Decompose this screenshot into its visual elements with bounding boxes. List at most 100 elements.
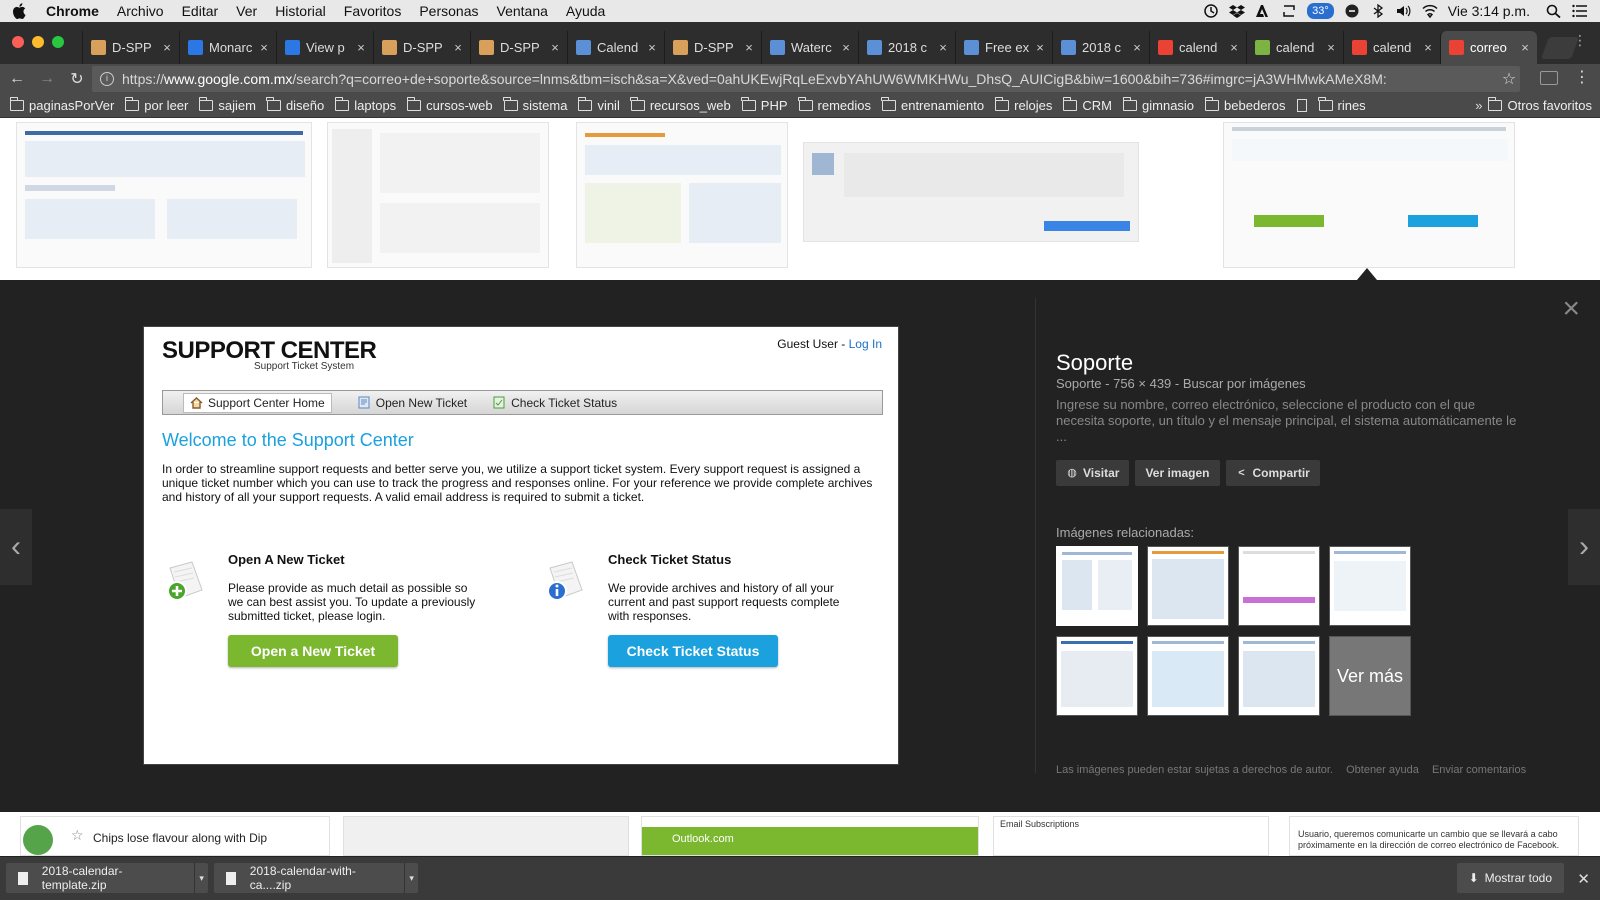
dropbox-icon[interactable] <box>1229 4 1246 18</box>
menu-personas[interactable]: Personas <box>419 3 478 19</box>
close-tab-icon[interactable]: × <box>1325 40 1337 55</box>
minimize-window-button[interactable] <box>32 36 44 48</box>
volume-icon[interactable] <box>1396 4 1412 18</box>
show-all-downloads-button[interactable]: ⬇ Mostrar todo <box>1456 863 1564 893</box>
menu-editar[interactable]: Editar <box>182 3 219 19</box>
download-item[interactable]: 2018-calendar-with-ca....zip ▾ <box>214 863 418 893</box>
menu-archivo[interactable]: Archivo <box>117 3 164 19</box>
other-bookmarks[interactable]: Otros favoritos <box>1487 97 1592 113</box>
bookmark-folder[interactable]: sajiem <box>198 97 256 113</box>
close-tab-icon[interactable]: × <box>1131 40 1143 55</box>
bookmark-folder[interactable]: CRM <box>1062 97 1112 113</box>
preview-image[interactable]: SUPPORT CENTER Support Ticket System Gue… <box>143 326 899 765</box>
result-thumbnail[interactable] <box>576 122 788 268</box>
related-image[interactable] <box>1056 546 1138 626</box>
help-link[interactable]: Obtener ayuda <box>1346 764 1419 776</box>
close-viewer-button[interactable]: × <box>1562 294 1580 324</box>
page-bookmark-icon[interactable] <box>1296 99 1307 112</box>
bookmark-folder[interactable]: laptops <box>334 97 396 113</box>
bookmark-folder[interactable]: rines <box>1318 97 1366 113</box>
view-image-button[interactable]: Ver imagen <box>1135 460 1220 486</box>
bookmark-folder[interactable]: sistema <box>503 97 567 113</box>
image-title[interactable]: Soporte <box>1056 350 1133 376</box>
vpn-icon[interactable] <box>1344 4 1360 18</box>
menu-historial[interactable]: Historial <box>275 3 326 19</box>
back-button[interactable]: ← <box>4 66 30 92</box>
close-tab-icon[interactable]: × <box>452 40 464 55</box>
time-machine-icon[interactable] <box>1203 4 1219 18</box>
close-tab-icon[interactable]: × <box>743 40 755 55</box>
result-thumbnail[interactable]: Outlook.com <box>641 816 979 856</box>
battery-badge[interactable]: 33° <box>1307 3 1334 19</box>
bookmark-folder[interactable]: PHP <box>741 97 788 113</box>
bookmark-folder[interactable]: cursos-web <box>406 97 493 113</box>
close-download-bar-button[interactable]: ✕ <box>1577 870 1590 888</box>
bookmark-folder[interactable]: recursos_web <box>630 97 731 113</box>
related-image[interactable] <box>1147 546 1229 626</box>
menu-ventana[interactable]: Ventana <box>497 3 548 19</box>
close-tab-icon[interactable]: × <box>1519 40 1531 55</box>
forward-button[interactable]: → <box>34 66 60 92</box>
bookmark-folder[interactable]: relojes <box>994 97 1052 113</box>
related-image[interactable] <box>1147 636 1229 716</box>
menu-app-name[interactable]: Chrome <box>46 3 99 19</box>
download-options-caret[interactable]: ▾ <box>404 863 418 893</box>
menu-favoritos[interactable]: Favoritos <box>344 3 402 19</box>
chrome-menu-icon[interactable]: ⋮ <box>1574 70 1590 86</box>
close-tab-icon[interactable]: × <box>646 40 658 55</box>
bluetooth-icon[interactable] <box>1370 4 1386 18</box>
menubar-clock[interactable]: Vie 3:14 p.m. <box>1448 3 1530 19</box>
close-tab-icon[interactable]: × <box>937 40 949 55</box>
close-window-button[interactable] <box>12 36 24 48</box>
result-thumbnail[interactable]: Email Subscriptions <box>993 816 1269 856</box>
result-thumbnail[interactable] <box>327 122 549 268</box>
browser-tab[interactable]: Free ex × <box>955 31 1052 64</box>
result-thumbnail[interactable] <box>343 816 629 856</box>
browser-tab[interactable]: calend × <box>1149 31 1246 64</box>
browser-tab[interactable]: D-SPP × <box>82 31 179 64</box>
next-image-button[interactable]: › <box>1568 509 1600 585</box>
bookmark-folder[interactable]: remedios <box>798 97 871 113</box>
related-image[interactable] <box>1056 636 1138 716</box>
previous-image-button[interactable]: ‹ <box>0 509 32 585</box>
close-tab-icon[interactable]: × <box>1228 40 1240 55</box>
close-tab-icon[interactable]: × <box>549 40 561 55</box>
cast-extension-icon[interactable] <box>1540 71 1558 85</box>
browser-tab[interactable]: 2018 c × <box>1052 31 1149 64</box>
spotlight-search-icon[interactable] <box>1546 4 1562 18</box>
site-info-icon[interactable]: i <box>100 72 114 86</box>
download-item[interactable]: 2018-calendar-template.zip ▾ <box>6 863 208 893</box>
browser-tab[interactable]: D-SPP × <box>373 31 470 64</box>
feedback-link[interactable]: Enviar comentarios <box>1432 764 1526 776</box>
menu-ayuda[interactable]: Ayuda <box>566 3 605 19</box>
browser-tab[interactable]: D-SPP × <box>664 31 761 64</box>
result-thumbnail[interactable]: ☆ Chips lose flavour along with Dip <box>20 816 330 856</box>
close-tab-icon[interactable]: × <box>1034 40 1046 55</box>
related-image[interactable] <box>1329 546 1411 626</box>
related-image[interactable] <box>1238 636 1320 716</box>
address-bar[interactable]: i https://www.google.com.mx/search?q=cor… <box>92 66 1520 92</box>
reload-button[interactable]: ↻ <box>64 66 90 92</box>
browser-tab[interactable]: calend × <box>1246 31 1343 64</box>
more-related-button[interactable]: Ver más <box>1329 636 1411 716</box>
share-button[interactable]: < Compartir <box>1225 460 1320 486</box>
close-tab-icon[interactable]: × <box>258 40 270 55</box>
sync-icon[interactable] <box>1281 4 1297 18</box>
bookmark-folder[interactable]: vinil <box>577 97 620 113</box>
notification-center-icon[interactable] <box>1572 4 1588 18</box>
result-thumbnail[interactable] <box>803 142 1139 242</box>
browser-tab[interactable]: Calend × <box>567 31 664 64</box>
browser-tab[interactable]: View p × <box>276 31 373 64</box>
browser-tab[interactable]: Monarc × <box>179 31 276 64</box>
bookmarks-overflow-chevron[interactable]: » <box>1475 98 1482 113</box>
browser-tab[interactable]: D-SPP × <box>470 31 567 64</box>
wifi-icon[interactable] <box>1422 4 1438 18</box>
profile-icon[interactable]: ⋮ <box>1570 32 1590 52</box>
close-tab-icon[interactable]: × <box>1422 40 1434 55</box>
result-thumbnail[interactable]: Usuario, queremos comunicarte un cambio … <box>1289 816 1579 856</box>
close-tab-icon[interactable]: × <box>161 40 173 55</box>
bookmark-star-icon[interactable]: ☆ <box>1498 69 1520 89</box>
result-thumbnail[interactable] <box>16 122 312 268</box>
close-tab-icon[interactable]: × <box>355 40 367 55</box>
bookmark-folder[interactable]: entrenamiento <box>881 97 984 113</box>
